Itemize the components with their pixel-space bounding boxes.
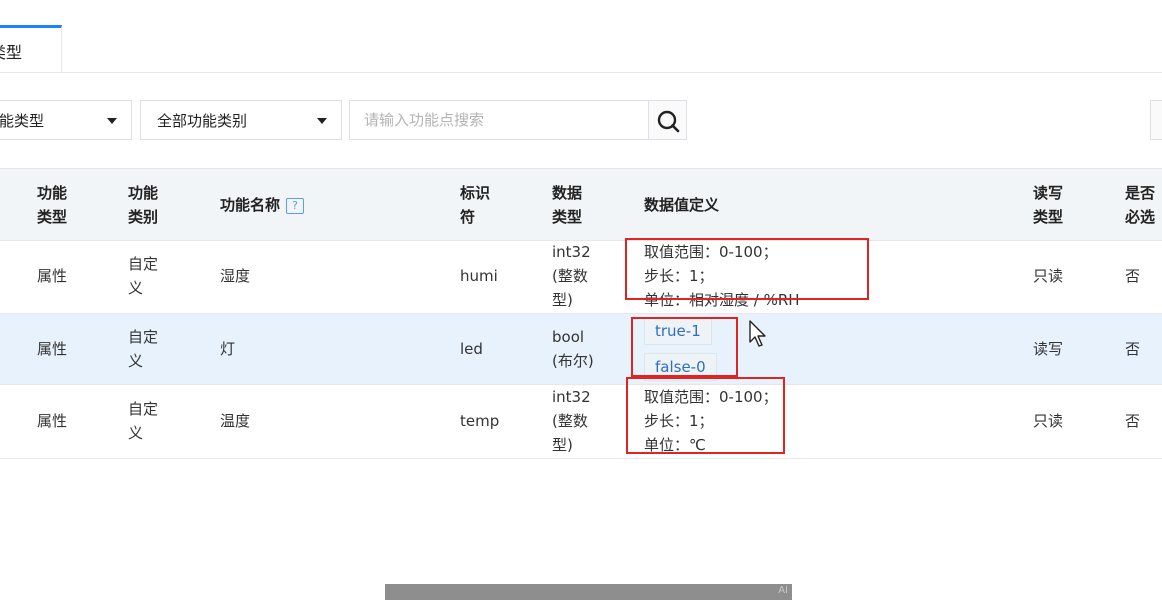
- toolbar-button[interactable]: [1150, 100, 1162, 140]
- cell-func-name: 灯: [220, 340, 236, 358]
- header-line: 类型: [552, 208, 583, 226]
- caret-down-icon: [107, 118, 117, 124]
- caret-down-icon: [317, 118, 327, 124]
- cell-line: int32: [552, 388, 591, 406]
- header-line: 数据: [552, 184, 583, 202]
- table-row[interactable]: 属性 自定 义 温度 temp int32 (整数 型) 取值范围：0-100；…: [0, 385, 1162, 459]
- cell-line: 义: [128, 279, 144, 297]
- cell-line: (整数: [552, 267, 588, 285]
- header-line: 读写: [1033, 184, 1064, 202]
- function-category-select[interactable]: 全部功能类别: [140, 100, 342, 140]
- cell-func-category: 自定 义: [128, 397, 158, 445]
- header-data-type: 数据 类型: [552, 181, 582, 229]
- cell-line: 型): [552, 436, 573, 454]
- header-func-name: 功能名称?: [220, 193, 305, 217]
- header-line: 功能: [128, 184, 159, 202]
- function-type-select[interactable]: 能类型: [0, 100, 132, 140]
- search-icon: [657, 110, 680, 133]
- cell-rw-type: 读写: [1033, 340, 1064, 358]
- cell-line: 型): [552, 291, 573, 309]
- cell-data-type: int32 (整数 型): [552, 385, 591, 457]
- cell-required: 否: [1125, 340, 1141, 358]
- cell-line: bool: [552, 328, 585, 346]
- cell-func-name: 湿度: [220, 267, 251, 285]
- header-line: 类型: [37, 208, 68, 226]
- function-type-select-value: 能类型: [0, 112, 45, 130]
- header-func-category: 功能 类别: [128, 181, 158, 229]
- overlay-badge: AI: [778, 585, 788, 596]
- subtitle-overlay: AI: [385, 584, 792, 600]
- header-line: 必选: [1125, 208, 1156, 226]
- header-line: 功能: [37, 184, 68, 202]
- cell-data-type: bool (布尔): [552, 325, 594, 373]
- cell-line: (整数: [552, 412, 588, 430]
- search-button[interactable]: [648, 100, 687, 140]
- cell-line: int32: [552, 243, 591, 261]
- header-identifier: 标识 符: [460, 181, 490, 229]
- cell-rw-type: 只读: [1033, 267, 1064, 285]
- cell-required: 否: [1125, 412, 1141, 430]
- function-category-select-value: 全部功能类别: [157, 112, 248, 130]
- tab-type[interactable]: 类型: [0, 25, 62, 72]
- cell-func-type: 属性: [37, 267, 68, 285]
- search-input[interactable]: [349, 100, 649, 140]
- cell-line: 义: [128, 424, 144, 442]
- cell-line: 义: [128, 352, 144, 370]
- header-line: 标识: [460, 184, 491, 202]
- cell-func-type: 属性: [37, 340, 68, 358]
- header-line: 类别: [128, 208, 159, 226]
- tab-type-label: 类型: [0, 43, 23, 62]
- header-func-type: 功能 类型: [37, 181, 67, 229]
- cell-data-type: int32 (整数 型): [552, 240, 591, 312]
- cell-line: 自定: [128, 400, 159, 418]
- cell-func-type: 属性: [37, 412, 68, 430]
- cell-line: (布尔): [552, 352, 594, 370]
- cell-rw-type: 只读: [1033, 412, 1064, 430]
- annotation-box: [625, 238, 869, 300]
- cell-identifier: humi: [460, 267, 498, 285]
- cell-func-category: 自定 义: [128, 252, 158, 300]
- annotation-box: [626, 377, 785, 454]
- help-icon[interactable]: ?: [286, 197, 305, 214]
- cell-identifier: temp: [460, 412, 500, 430]
- cell-identifier: led: [460, 340, 483, 358]
- cell-line: 自定: [128, 255, 159, 273]
- cell-required: 否: [1125, 267, 1141, 285]
- header-line: 是否: [1125, 184, 1156, 202]
- tab-bar: 类型: [0, 0, 1162, 73]
- table-row[interactable]: 属性 自定 义 湿度 humi int32 (整数 型) 取值范围：0-100；…: [0, 240, 1162, 314]
- cell-func-category: 自定 义: [128, 325, 158, 373]
- table-header: 功能 类型 功能 类别 功能名称? 标识 符 数据 类型 数据值定义 读写 类型…: [0, 168, 1162, 241]
- header-line: 符: [460, 208, 476, 226]
- cell-line: 自定: [128, 328, 159, 346]
- header-value-def: 数据值定义: [644, 196, 720, 214]
- mouse-cursor-icon: [749, 320, 766, 347]
- cell-func-name: 温度: [220, 412, 251, 430]
- header-line: 类型: [1033, 208, 1064, 226]
- table-row[interactable]: 属性 自定 义 灯 led bool (布尔) true-1 false-0 读…: [0, 314, 1162, 385]
- header-required: 是否 必选: [1125, 181, 1155, 229]
- header-func-name-label: 功能名称: [220, 196, 281, 214]
- annotation-box: [631, 317, 738, 377]
- header-rw-type: 读写 类型: [1033, 181, 1063, 229]
